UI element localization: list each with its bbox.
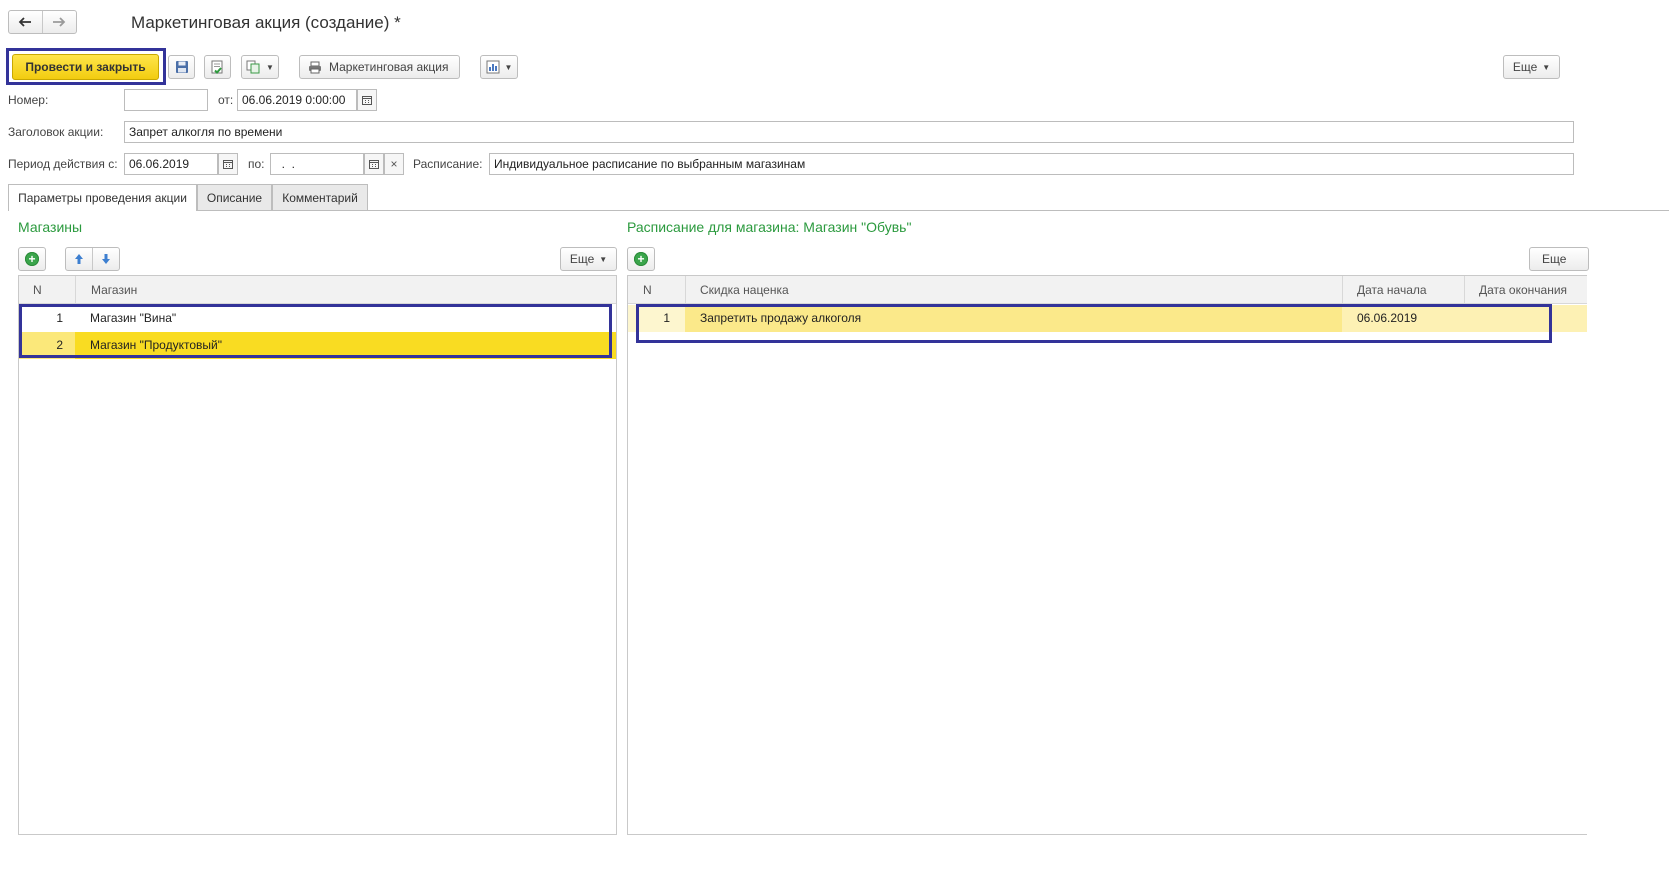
window-title: Маркетинговая акция (создание) *	[131, 13, 401, 32]
table-row[interactable]: 1 Магазин "Вина"	[19, 305, 616, 332]
add-icon: +	[25, 252, 39, 266]
column-separator	[1342, 276, 1343, 304]
reports-button[interactable]: ▼	[480, 55, 518, 79]
printer-icon	[309, 61, 321, 73]
tab-parameters[interactable]: Параметры проведения акции	[8, 184, 197, 211]
store-name: Магазин "Вина"	[90, 311, 177, 325]
discount-name: Запретить продажу алкоголя	[700, 311, 862, 325]
number-field[interactable]	[124, 89, 208, 111]
from-date-label: от:	[218, 93, 234, 107]
save-icon	[175, 61, 188, 73]
arrow-down-icon	[101, 254, 110, 264]
calendar-icon	[362, 96, 372, 105]
column-header-store[interactable]: Магазин	[83, 276, 137, 304]
from-calendar-button[interactable]	[357, 89, 377, 111]
column-separator	[685, 276, 686, 304]
nav-button-group	[8, 10, 77, 34]
from-datetime-field[interactable]: 06.06.2019 0:00:00	[237, 89, 357, 111]
period-from-label: Период действия с:	[8, 157, 118, 171]
chevron-down-icon: ▼	[504, 62, 513, 72]
tab-description[interactable]: Описание	[197, 184, 272, 210]
schedule-more-label: Еще	[1542, 252, 1567, 266]
stores-move-buttons	[65, 247, 120, 271]
create-based-on-button[interactable]: ▼	[241, 55, 279, 79]
column-header-start-date[interactable]: Дата начала	[1349, 276, 1427, 304]
schedule-label: Расписание:	[413, 157, 483, 171]
more-button[interactable]: Еще ▼	[1503, 55, 1560, 79]
more-button-label: Еще	[1512, 60, 1538, 74]
row-number: 1	[56, 311, 63, 325]
column-header-n[interactable]: N	[635, 276, 652, 304]
number-label: Номер:	[8, 93, 49, 107]
schedule-group-title: Расписание для магазина: Магазин "Обувь"	[627, 219, 912, 235]
schedule-table-header: N Скидка наценка Дата начала Дата оконча…	[628, 276, 1587, 304]
column-separator	[1464, 276, 1465, 304]
print-button-label: Маркетинговая акция	[329, 60, 449, 74]
column-separator	[75, 276, 76, 304]
stores-more-button[interactable]: Еще ▼	[560, 247, 617, 271]
clear-icon: ×	[390, 157, 398, 171]
forward-button[interactable]	[43, 11, 77, 33]
stores-table: N Магазин 1 Магазин "Вина" 2 Магазин "Пр…	[18, 275, 617, 835]
period-to-field[interactable]: . .	[270, 153, 364, 175]
period-from-field[interactable]: 06.06.2019	[124, 153, 218, 175]
chevron-down-icon: ▼	[599, 254, 608, 264]
move-down-button[interactable]	[93, 248, 119, 270]
period-to-clear-button[interactable]: ×	[384, 153, 404, 175]
promo-title-label: Заголовок акции:	[8, 125, 104, 139]
period-to-calendar-button[interactable]	[364, 153, 384, 175]
schedule-table: N Скидка наценка Дата начала Дата оконча…	[627, 275, 1587, 835]
stores-more-label: Еще	[569, 252, 595, 266]
stores-add-button[interactable]: +	[18, 247, 46, 271]
start-date: 06.06.2019	[1357, 311, 1418, 325]
row-number: 1	[663, 311, 670, 325]
promo-title-field[interactable]: Запрет алкогля по времени	[124, 121, 1574, 143]
table-row[interactable]: 1 Запретить продажу алкоголя 06.06.2019	[628, 305, 1587, 332]
move-up-button[interactable]	[66, 248, 93, 270]
stores-group-title: Магазины	[18, 219, 83, 235]
tab-strip-line	[8, 210, 1669, 211]
calendar-icon	[223, 160, 233, 169]
column-header-discount[interactable]: Скидка наценка	[692, 276, 789, 304]
arrow-right-icon	[53, 17, 66, 27]
post-button[interactable]	[204, 55, 231, 79]
schedule-add-button[interactable]: +	[627, 247, 655, 271]
print-button[interactable]: Маркетинговая акция	[299, 55, 460, 79]
period-to-label: по:	[248, 157, 265, 171]
arrow-left-icon	[18, 17, 32, 27]
save-button[interactable]	[168, 55, 195, 79]
calendar-icon	[369, 160, 379, 169]
row-number: 2	[56, 338, 63, 352]
report-icon	[486, 60, 500, 74]
back-button[interactable]	[9, 11, 43, 33]
schedule-more-button[interactable]: Еще	[1529, 247, 1589, 271]
post-and-close-button[interactable]: Провести и закрыть	[12, 54, 159, 80]
chevron-down-icon: ▼	[1542, 62, 1551, 72]
arrow-up-icon	[74, 254, 83, 264]
period-from-calendar-button[interactable]	[218, 153, 238, 175]
stores-table-header: N Магазин	[19, 276, 616, 304]
tab-comment[interactable]: Комментарий	[272, 184, 368, 210]
post-document-icon	[211, 60, 223, 74]
chevron-down-icon: ▼	[266, 62, 274, 72]
add-icon: +	[634, 252, 648, 266]
store-name: Магазин "Продуктовый"	[90, 338, 222, 352]
table-row-selected[interactable]: 2 Магазин "Продуктовый"	[19, 332, 616, 359]
column-header-n[interactable]: N	[25, 276, 42, 304]
column-header-end-date[interactable]: Дата окончания	[1471, 276, 1567, 304]
schedule-field[interactable]: Индивидуальное расписание по выбранным м…	[489, 153, 1574, 175]
create-based-on-icon	[246, 60, 260, 74]
